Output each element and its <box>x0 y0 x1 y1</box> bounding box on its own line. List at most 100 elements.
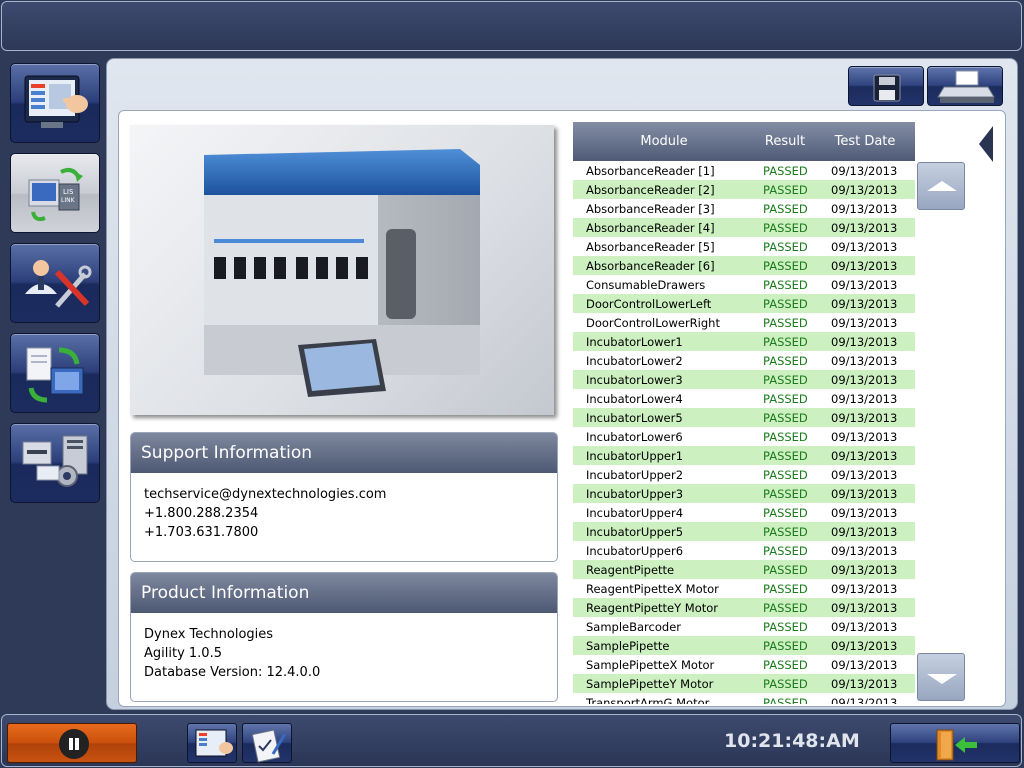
result-cell: PASSED <box>763 581 808 596</box>
table-row[interactable]: IncubatorLower2 PASSED 09/13/2013 <box>573 351 915 370</box>
result-cell: PASSED <box>763 277 808 292</box>
exit-button[interactable] <box>890 723 1020 763</box>
table-row[interactable]: IncubatorLower4 PASSED 09/13/2013 <box>573 389 915 408</box>
status-bar: 10:21:48:AM <box>1 714 1022 767</box>
test-date-cell: 09/13/2013 <box>831 524 898 539</box>
table-row[interactable]: AbsorbanceReader [1] PASSED 09/13/2013 <box>573 161 915 180</box>
table-row[interactable]: AbsorbanceReader [2] PASSED 09/13/2013 <box>573 180 915 199</box>
test-date-cell: 09/13/2013 <box>831 239 898 254</box>
column-header-module[interactable]: Module <box>573 134 755 149</box>
scroll-down-button[interactable] <box>917 653 965 701</box>
table-row[interactable]: AbsorbanceReader [6] PASSED 09/13/2013 <box>573 256 915 275</box>
table-row[interactable]: IncubatorUpper1 PASSED 09/13/2013 <box>573 446 915 465</box>
nav-system-config-button[interactable] <box>10 423 100 503</box>
result-cell: PASSED <box>763 391 808 406</box>
table-row[interactable]: ReagentPipetteX Motor PASSED 09/13/2013 <box>573 579 915 598</box>
table-row[interactable]: IncubatorLower5 PASSED 09/13/2013 <box>573 408 915 427</box>
pause-button[interactable] <box>7 723 137 763</box>
table-row[interactable]: TransportArmG Motor PASSED 09/13/2013 <box>573 693 915 704</box>
test-date-cell: 09/13/2013 <box>831 296 898 311</box>
collapse-panel-button[interactable] <box>977 124 997 168</box>
print-button[interactable] <box>927 66 1003 106</box>
module-cell: DoorControlLowerLeft <box>586 296 712 311</box>
table-row[interactable]: IncubatorLower1 PASSED 09/13/2013 <box>573 332 915 351</box>
table-row[interactable]: AbsorbanceReader [5] PASSED 09/13/2013 <box>573 237 915 256</box>
table-row[interactable]: IncubatorLower3 PASSED 09/13/2013 <box>573 370 915 389</box>
module-cell: TransportArmG Motor <box>586 695 710 705</box>
chevron-left-icon <box>979 126 993 162</box>
svg-text:LIS: LIS <box>63 188 74 196</box>
instrument-image <box>130 125 554 415</box>
result-cell: PASSED <box>763 372 808 387</box>
module-cell: AbsorbanceReader [4] <box>586 220 715 235</box>
module-cell: AbsorbanceReader [3] <box>586 201 715 216</box>
module-cell: IncubatorLower1 <box>586 334 683 349</box>
clipboard-check-icon <box>251 729 287 763</box>
exit-door-icon <box>936 729 977 761</box>
column-header-result[interactable]: Result <box>755 134 815 149</box>
table-row[interactable]: IncubatorUpper4 PASSED 09/13/2013 <box>573 503 915 522</box>
column-header-test-date[interactable]: Test Date <box>815 134 915 149</box>
module-cell: IncubatorLower5 <box>586 410 683 425</box>
table-row[interactable]: AbsorbanceReader [3] PASSED 09/13/2013 <box>573 199 915 218</box>
test-date-cell: 09/13/2013 <box>831 258 898 273</box>
test-date-cell: 09/13/2013 <box>831 657 898 672</box>
table-row[interactable]: ReagentPipette PASSED 09/13/2013 <box>573 560 915 579</box>
module-cell: SamplePipetteX Motor <box>586 657 715 672</box>
test-date-cell: 09/13/2013 <box>831 676 898 691</box>
svg-text:LINK: LINK <box>61 197 76 204</box>
support-phone-1: +1.800.288.2354 <box>144 506 259 521</box>
module-cell: SamplePipette <box>586 638 670 653</box>
table-row[interactable]: IncubatorUpper6 PASSED 09/13/2013 <box>573 541 915 560</box>
nav-data-transfer-button[interactable] <box>10 333 100 413</box>
table-scrollbar[interactable] <box>915 161 965 705</box>
scroll-up-button[interactable] <box>917 162 965 210</box>
table-row[interactable]: IncubatorUpper5 PASSED 09/13/2013 <box>573 522 915 541</box>
table-row[interactable]: SamplePipette PASSED 09/13/2013 <box>573 636 915 655</box>
module-cell: SamplePipetteY Motor <box>586 676 714 691</box>
result-cell: PASSED <box>763 182 808 197</box>
module-cell: IncubatorUpper2 <box>586 467 684 482</box>
touch-screen-icon <box>24 75 88 128</box>
product-company: Dynex Technologies <box>144 627 274 642</box>
test-date-cell: 09/13/2013 <box>831 486 898 501</box>
result-cell: PASSED <box>763 600 808 615</box>
table-row[interactable]: SamplePipetteX Motor PASSED 09/13/2013 <box>573 655 915 674</box>
nav-lis-link-button[interactable]: LIS LINK <box>10 153 100 233</box>
module-cell: IncubatorLower4 <box>586 391 683 406</box>
module-cell: AbsorbanceReader [1] <box>586 163 715 178</box>
result-cell: PASSED <box>763 334 808 349</box>
support-phone-2: +1.703.631.7800 <box>144 525 259 540</box>
test-date-cell: 09/13/2013 <box>831 220 898 235</box>
table-row[interactable]: AbsorbanceReader [4] PASSED 09/13/2013 <box>573 218 915 237</box>
table-row[interactable]: IncubatorUpper3 PASSED 09/13/2013 <box>573 484 915 503</box>
main-panel: Support Information techservice@dynextec… <box>106 58 1018 710</box>
test-date-cell: 09/13/2013 <box>831 391 898 406</box>
table-row[interactable]: IncubatorUpper2 PASSED 09/13/2013 <box>573 465 915 484</box>
save-button[interactable] <box>848 66 924 106</box>
table-row[interactable]: ReagentPipetteY Motor PASSED 09/13/2013 <box>573 598 915 617</box>
table-row[interactable]: IncubatorLower6 PASSED 09/13/2013 <box>573 427 915 446</box>
table-row[interactable]: SamplePipetteY Motor PASSED 09/13/2013 <box>573 674 915 693</box>
result-cell: PASSED <box>763 619 808 634</box>
table-row[interactable]: SampleBarcoder PASSED 09/13/2013 <box>573 617 915 636</box>
nav-service-button[interactable] <box>10 243 100 323</box>
touch-screen-icon <box>195 729 233 757</box>
product-version: Agility 1.0.5 <box>144 646 222 661</box>
support-info-panel: Support Information techservice@dynextec… <box>130 432 558 562</box>
module-cell: IncubatorLower6 <box>586 429 683 444</box>
checklist-button[interactable] <box>242 723 292 763</box>
table-row[interactable]: DoorControlLowerLeft PASSED 09/13/2013 <box>573 294 915 313</box>
system-config-icon <box>22 435 88 487</box>
module-cell: IncubatorUpper3 <box>586 486 684 501</box>
module-test-table: Module Result Test Date AbsorbanceReader… <box>573 122 915 704</box>
arrow-down-icon <box>927 674 957 684</box>
result-cell: PASSED <box>763 676 808 691</box>
support-email: techservice@dynextechnologies.com <box>144 487 387 502</box>
table-row[interactable]: DoorControlLowerRight PASSED 09/13/2013 <box>573 313 915 332</box>
nav-run-assay-button[interactable] <box>10 63 100 143</box>
run-screen-shortcut-button[interactable] <box>187 723 237 763</box>
table-row[interactable]: ConsumableDrawers PASSED 09/13/2013 <box>573 275 915 294</box>
result-cell: PASSED <box>763 638 808 653</box>
test-date-cell: 09/13/2013 <box>831 182 898 197</box>
